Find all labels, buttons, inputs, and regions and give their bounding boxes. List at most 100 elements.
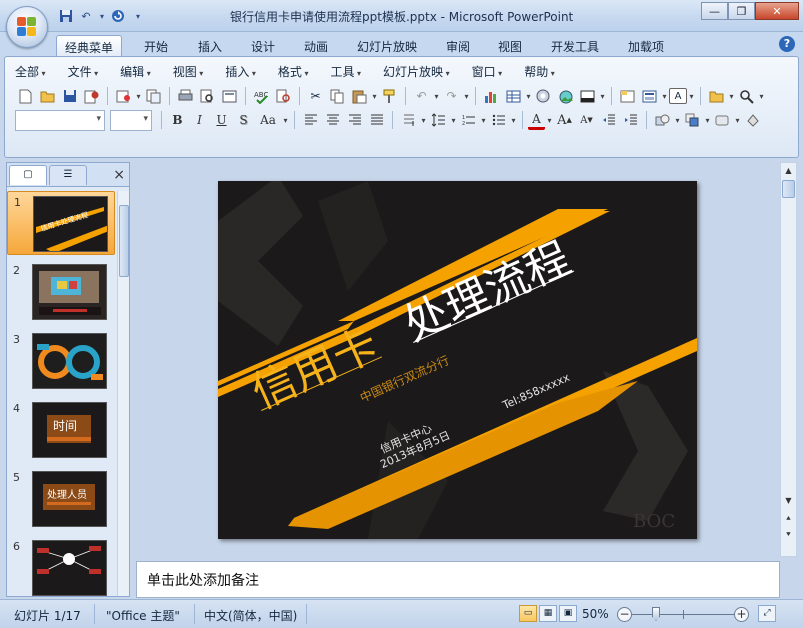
slide-show-view-icon[interactable]: ▣: [559, 605, 577, 622]
chart-icon[interactable]: [481, 86, 502, 106]
text-direction-icon[interactable]: [398, 110, 419, 130]
shapes-icon[interactable]: [652, 110, 673, 130]
copy-icon[interactable]: [327, 86, 348, 106]
font-name-combo[interactable]: [15, 109, 105, 131]
picture-icon[interactable]: [555, 86, 576, 106]
shrink-font-icon[interactable]: A ▼: [576, 110, 597, 130]
undo-dropdown-icon[interactable]: ▾: [98, 8, 106, 24]
tab-home[interactable]: 开始: [136, 35, 176, 56]
numbering-icon[interactable]: 12: [458, 110, 479, 130]
menu-help[interactable]: 帮助: [524, 63, 555, 80]
redo-toolbar-icon[interactable]: ↷: [441, 86, 462, 106]
menu-view[interactable]: 视图: [173, 63, 204, 80]
align-center-icon[interactable]: [322, 110, 343, 130]
open-icon[interactable]: [37, 86, 58, 106]
slide-canvas[interactable]: 信用卡 处理流程 中国银行双流分行 Tel:858xxxxx 信用卡中心 201…: [218, 181, 697, 539]
undo-toolbar-icon[interactable]: ↶: [411, 86, 432, 106]
fit-to-window-icon[interactable]: ⤢: [758, 605, 776, 622]
new-icon[interactable]: [15, 86, 36, 106]
menu-window[interactable]: 窗口: [472, 63, 503, 80]
layout-dropdown-icon[interactable]: ▾: [661, 92, 668, 101]
next-slide-icon[interactable]: ⯆: [781, 527, 796, 542]
menu-edit[interactable]: 编辑: [120, 63, 151, 80]
arrange-icon[interactable]: [682, 110, 703, 130]
slide-thumbnail-1[interactable]: 1 信用卡处理流程: [7, 191, 115, 255]
find-dropdown-icon[interactable]: ▾: [758, 92, 765, 101]
line-spacing-icon[interactable]: [428, 110, 449, 130]
line-spacing-dropdown-icon[interactable]: ▾: [450, 116, 457, 125]
layout-icon[interactable]: [639, 86, 660, 106]
menu-insert[interactable]: 插入: [225, 63, 256, 80]
border-dropdown-icon[interactable]: ▾: [599, 92, 606, 101]
slide-thumbnail-5[interactable]: 5 处理人员: [7, 467, 115, 531]
bold-button[interactable]: B: [167, 110, 188, 130]
publish-icon[interactable]: [143, 86, 164, 106]
text-box-icon[interactable]: A: [669, 88, 687, 104]
tab-classic-menu[interactable]: 经典菜单: [56, 35, 123, 56]
undo-icon[interactable]: ↶: [78, 8, 94, 24]
tab-slide-show[interactable]: 幻灯片放映: [349, 35, 425, 56]
tab-view[interactable]: 视图: [490, 35, 530, 56]
help-icon[interactable]: ?: [779, 36, 795, 52]
thumbnails-scroll-thumb[interactable]: [119, 205, 129, 277]
shapes-dropdown-icon[interactable]: ▾: [674, 116, 681, 125]
zoom-slider-thumb[interactable]: [652, 607, 660, 621]
research-icon[interactable]: [273, 86, 294, 106]
find-icon[interactable]: [736, 86, 757, 106]
notes-pane[interactable]: 单击此处添加备注: [136, 561, 780, 598]
office-button[interactable]: [6, 6, 48, 48]
bullets-dropdown-icon[interactable]: ▾: [510, 116, 517, 125]
folder-icon[interactable]: [706, 86, 727, 106]
minimize-icon[interactable]: —: [701, 2, 728, 20]
save-icon[interactable]: [58, 8, 74, 24]
text-direction-dropdown-icon[interactable]: ▾: [420, 116, 427, 125]
quick-styles-icon[interactable]: [712, 110, 733, 130]
slide-view-icon[interactable]: [219, 86, 240, 106]
paste-icon[interactable]: [349, 86, 370, 106]
font-size-combo[interactable]: [110, 109, 152, 131]
email-icon[interactable]: [113, 86, 134, 106]
slide-thumbnail-3[interactable]: 3: [7, 329, 115, 393]
bullets-icon[interactable]: [488, 110, 509, 130]
menu-file[interactable]: 文件: [68, 63, 99, 80]
table-dropdown-icon[interactable]: ▾: [525, 92, 532, 101]
align-left-icon[interactable]: [300, 110, 321, 130]
zoom-slider-track[interactable]: [632, 614, 736, 615]
tab-add-ins[interactable]: 加载项: [620, 35, 672, 56]
menu-all[interactable]: 全部: [15, 63, 46, 80]
menu-format[interactable]: 格式: [278, 63, 309, 80]
slide-sorter-view-icon[interactable]: ▦: [539, 605, 557, 622]
undo-toolbar-dropdown-icon[interactable]: ▾: [433, 92, 440, 101]
folder-dropdown-icon[interactable]: ▾: [728, 92, 735, 101]
slide-thumbnail-6[interactable]: 6: [7, 536, 115, 596]
text-shadow-button[interactable]: S: [233, 110, 254, 130]
zoom-in-icon[interactable]: +: [734, 607, 749, 622]
outline-tab-icon[interactable]: ☰: [49, 165, 87, 185]
format-painter-icon[interactable]: [379, 86, 400, 106]
change-case-button[interactable]: Aa: [255, 110, 281, 130]
slide-thumbnail-2[interactable]: 2: [7, 260, 115, 324]
slide-scroll-thumb[interactable]: [782, 180, 795, 198]
language-indicator[interactable]: 中文(简体，中国): [204, 607, 297, 624]
cut-icon[interactable]: ✂: [305, 86, 326, 106]
underline-button[interactable]: U: [211, 110, 232, 130]
font-color-dropdown-icon[interactable]: ▾: [546, 116, 553, 125]
scroll-down-icon[interactable]: ▼: [781, 493, 796, 508]
tab-animations[interactable]: 动画: [296, 35, 336, 56]
print-preview-icon[interactable]: [197, 86, 218, 106]
tab-insert[interactable]: 插入: [190, 35, 230, 56]
menu-tools[interactable]: 工具: [330, 63, 361, 80]
thumbnails-scrollbar[interactable]: [117, 191, 129, 596]
close-pane-icon[interactable]: ×: [113, 167, 125, 183]
spelling-icon[interactable]: ABC: [251, 86, 272, 106]
table-icon[interactable]: [503, 86, 524, 106]
redo-toolbar-dropdown-icon[interactable]: ▾: [463, 92, 470, 101]
grow-font-icon[interactable]: A ▲: [554, 110, 575, 130]
arrange-dropdown-icon[interactable]: ▾: [704, 116, 711, 125]
paste-dropdown-icon[interactable]: ▾: [371, 92, 378, 101]
email-dropdown-icon[interactable]: ▾: [135, 92, 142, 101]
tab-developer[interactable]: 开发工具: [543, 35, 607, 56]
menu-slide-show[interactable]: 幻灯片放映: [383, 63, 450, 80]
scroll-up-icon[interactable]: ▲: [781, 163, 796, 178]
close-icon[interactable]: ✕: [755, 2, 799, 20]
